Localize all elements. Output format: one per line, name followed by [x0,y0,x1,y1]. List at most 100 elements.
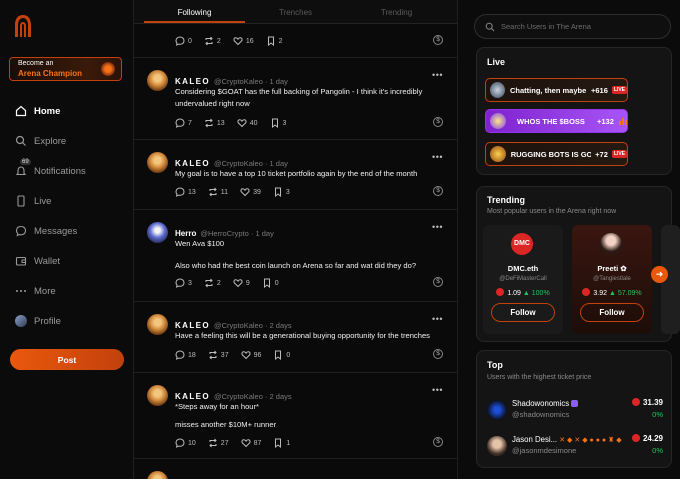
nav-messages[interactable]: Messages [15,216,125,246]
promo-line2: Arena Champion [18,69,83,78]
live-item[interactable]: Chatting, then maybe ... +616 LIVE [485,78,628,102]
post-author-handle[interactable]: @HerroCrypto · 1 day [200,229,273,238]
reply-button[interactable]: 13 [175,187,196,197]
nav-profile[interactable]: Profile [15,306,125,336]
reply-button[interactable]: 7 [175,118,192,128]
post-author-name[interactable]: Herro [175,229,196,238]
like-button[interactable]: 40 [237,118,258,128]
repost-button[interactable]: 13 [204,118,225,128]
tip-button[interactable]: $ [433,277,443,287]
more-icon[interactable]: ••• [432,222,443,232]
tip-button[interactable]: $ [433,437,443,447]
post-author-handle[interactable]: @CryptoKaleo · 2 days [214,321,292,330]
trending-user-card[interactable]: Preeti ✿ @Tangiestlale 3.92 ▲ 57.09% Fol… [572,225,652,334]
arena-champion-banner[interactable]: Become an Arena Champion [9,57,122,81]
reply-button[interactable]: 0 [175,36,192,46]
like-button[interactable]: 96 [241,350,261,360]
live-item[interactable]: WHOS THE $BOSS +132 [485,109,628,133]
search-icon [485,22,495,31]
repost-button[interactable]: 27 [208,438,229,448]
tip-button[interactable]: $ [433,186,443,196]
reply-button[interactable]: 18 [175,350,196,360]
tab-following[interactable]: Following [144,0,245,23]
repost-button[interactable]: 37 [208,350,229,360]
reply-icon [175,118,185,128]
top-card: Top Users with the highest ticket price … [476,350,672,468]
avatar[interactable] [147,222,168,243]
avatar [600,233,622,255]
tip-button[interactable]: $ [433,117,443,127]
bookmark-button[interactable]: 0 [273,350,290,360]
nav-home[interactable]: Home [15,96,125,126]
search-icon [15,135,27,147]
post-author-name[interactable]: KALEO [175,159,210,168]
post-author-handle[interactable]: @CryptoKaleo · 1 day [214,77,288,86]
nav-more[interactable]: More [15,276,125,306]
bookmark-icon [275,350,282,360]
bookmark-button[interactable]: 1 [273,438,290,448]
top-user-row[interactable]: Shadowonomics @shadownomics 31.39 0% [487,397,663,423]
tab-trenches[interactable]: Trenches [245,0,346,23]
bookmark-button[interactable]: 0 [262,278,279,288]
live-item[interactable]: RUGGING BOTS IS GO... +72 LIVE [485,142,628,166]
post-author-name[interactable]: KALEO [175,77,210,86]
trending-user-card[interactable]: DMC DMC.eth @DeFiMasterCall 1.09 ▲ 100% … [483,225,563,334]
nav-wallet[interactable]: Wallet [15,246,125,276]
post-author-handle[interactable]: @CryptoKaleo · 1 day [214,159,288,168]
more-icon[interactable]: ••• [432,152,443,162]
post[interactable] [134,459,457,479]
post-author-name[interactable]: KALEO [175,321,210,330]
post-author-name[interactable]: KALEO [175,392,210,401]
heart-icon [237,119,247,128]
like-button[interactable]: 39 [240,187,261,197]
top-user-row[interactable]: Jason Desi... ✕ ◆ ✕ ◆ ● ● ● ♜ ◆ @jasonmd… [487,433,663,459]
trending-title: Trending [487,195,525,205]
nav-live[interactable]: Live [15,186,125,216]
feed-tabs: Following Trenches Trending [134,0,457,24]
top-user-handle: @shadownomics [512,410,570,419]
nav-explore[interactable]: Explore [15,126,125,156]
follow-button[interactable]: Follow [580,303,644,322]
nav-notifications[interactable]: 69 Notifications [15,156,125,186]
like-button[interactable]: 16 [233,36,254,46]
post-button[interactable]: Post [10,349,124,370]
user-search[interactable] [474,14,671,39]
repost-button[interactable]: 2 [204,36,221,46]
avatar [487,436,507,456]
bookmark-button[interactable]: 2 [266,36,283,46]
more-icon[interactable]: ••• [432,385,443,395]
post-author-handle[interactable]: @CryptoKaleo · 2 days [214,392,292,401]
next-arrow-icon[interactable]: ➜ [651,266,668,283]
reply-button[interactable]: 10 [175,438,196,448]
reply-button[interactable]: 3 [175,278,192,288]
notifications-badge: 69 [20,159,31,165]
follow-button[interactable]: Follow [491,303,555,322]
avatar[interactable] [147,385,168,406]
tip-button[interactable]: $ [433,35,443,45]
like-button[interactable]: 87 [241,438,261,448]
post[interactable]: KALEO @CryptoKaleo · 2 days ••• Have a fe… [134,302,457,373]
tip-button[interactable]: $ [433,349,443,359]
post[interactable]: KALEO @CryptoKaleo · 1 day ••• My goal is… [134,140,457,210]
avatar[interactable] [147,152,168,173]
search-input[interactable] [501,22,661,31]
post[interactable]: 0 2 16 2 $ [134,24,457,58]
post[interactable]: KALEO @CryptoKaleo · 1 day ••• Considerin… [134,58,457,140]
repost-button[interactable]: 11 [208,187,228,197]
nav-more-label: More [34,285,56,297]
avatar[interactable] [147,70,168,91]
more-icon[interactable]: ••• [432,314,443,324]
live-item-count: +616 [590,85,608,95]
more-icon[interactable]: ••• [432,70,443,80]
repost-button[interactable]: 2 [204,278,221,288]
avatar[interactable] [147,314,168,335]
tab-trending[interactable]: Trending [346,0,447,23]
post[interactable]: KALEO @CryptoKaleo · 2 days ••• *Steps aw… [134,373,457,459]
like-button[interactable]: 9 [233,278,250,288]
bookmark-button[interactable]: 3 [273,187,290,197]
post[interactable]: Herro @HerroCrypto · 1 day ••• Wen Ava $1… [134,210,457,302]
arena-logo-icon[interactable] [14,14,32,38]
avatar[interactable] [147,471,168,479]
bookmark-button[interactable]: 3 [270,118,286,128]
live-item-title: Chatting, then maybe ... [510,85,587,95]
